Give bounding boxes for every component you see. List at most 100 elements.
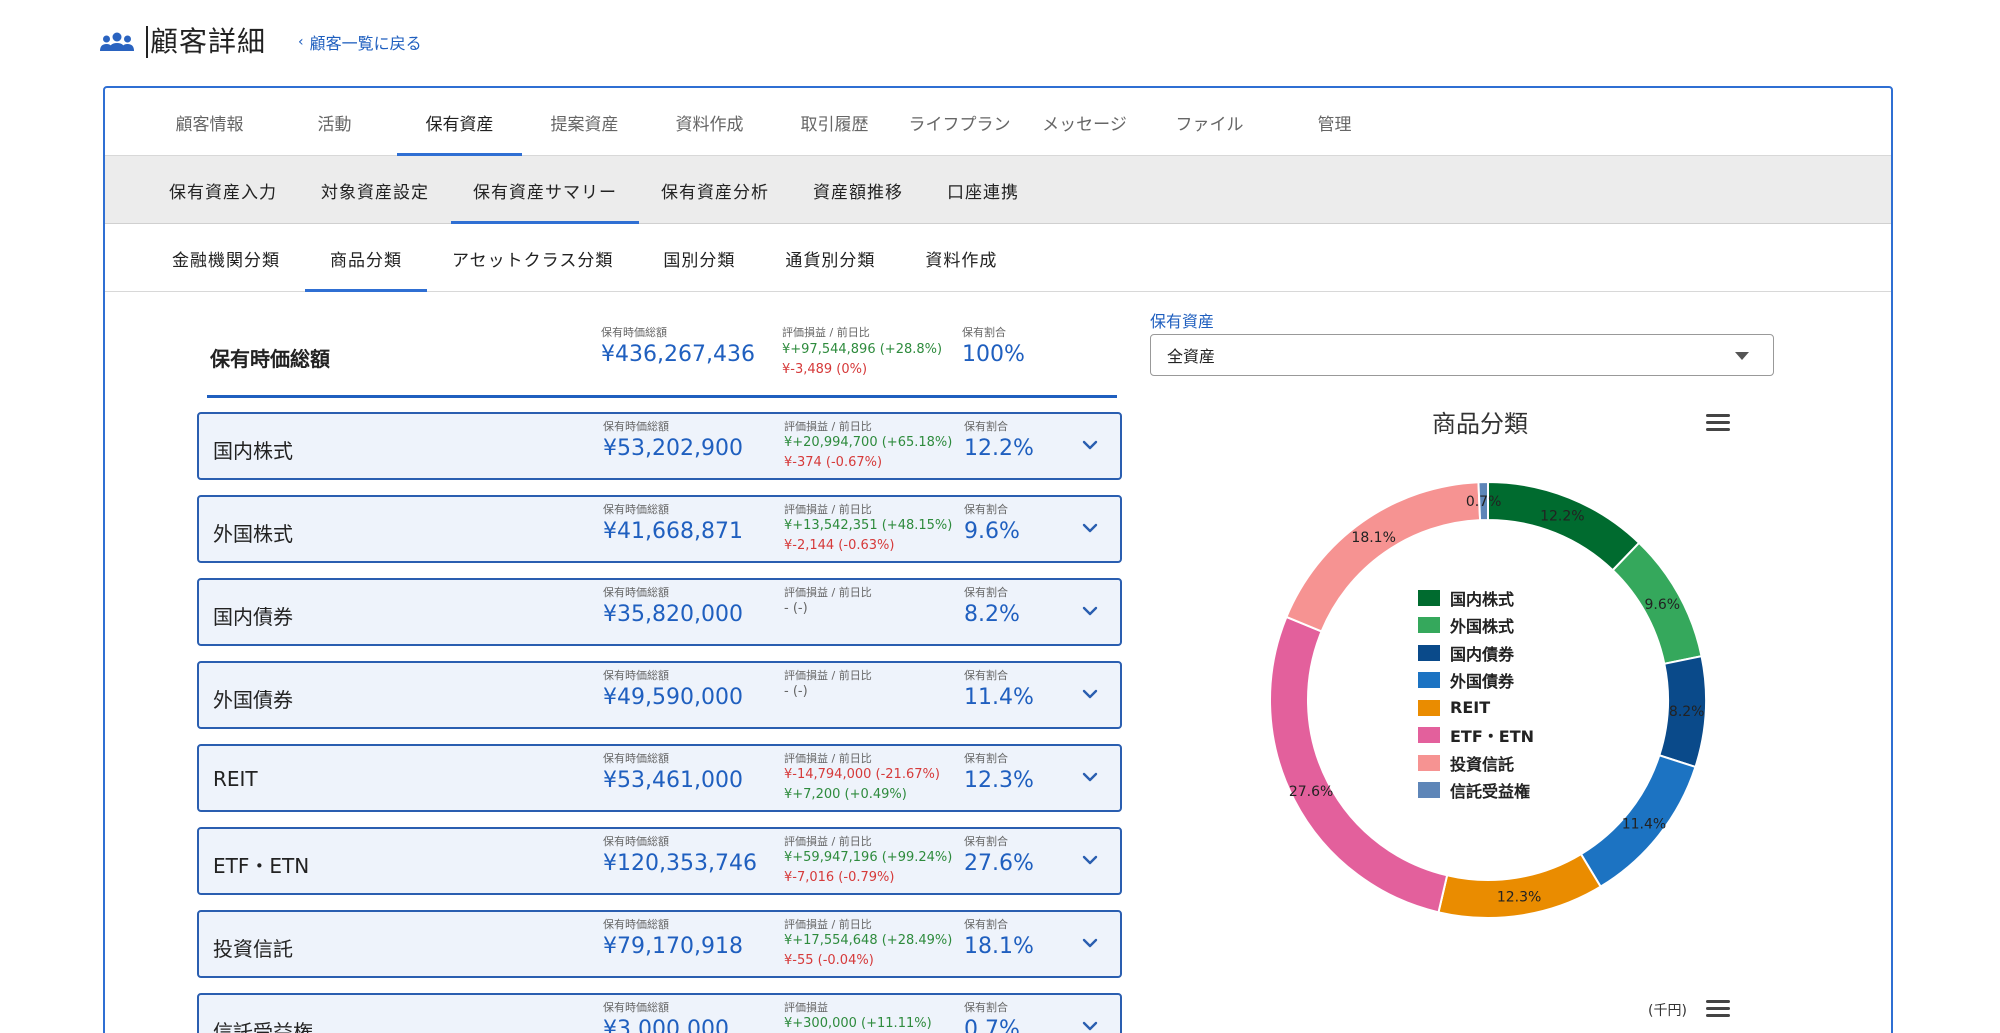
- unit-label: (千円): [1648, 1003, 1687, 1019]
- category-row[interactable]: ETF・ETN 保有時価総額 ¥120,353,746 評価損益 / 前日比 ¥+59,…: [197, 827, 1122, 895]
- amount-header: 保有時価総額: [603, 835, 669, 848]
- category-ratio: 9.6%: [964, 519, 1020, 544]
- category-daily-change: ¥-55 (-0.04%): [784, 953, 874, 968]
- tab-main-0[interactable]: 顧客情報: [147, 88, 272, 156]
- pl-header: 評価損益 / 前日比: [782, 326, 870, 339]
- category-row[interactable]: 投資信託 保有時価総額 ¥79,170,918 評価損益 / 前日比 ¥+17,554,…: [197, 910, 1122, 978]
- category-row[interactable]: 国内債券 保有時価総額 ¥35,820,000 評価損益 / 前日比 - (-) 保有割合…: [197, 578, 1122, 646]
- ratio-header: 保有割合: [962, 326, 1006, 339]
- legend-item[interactable]: 投資信託: [1418, 749, 1534, 777]
- page-header: 顧客詳細 ‹ 顧客一覧に戻る: [100, 22, 422, 62]
- tab-main-label: メッセージ: [1042, 114, 1127, 135]
- category-amount: ¥79,170,918: [603, 934, 743, 959]
- category-amount: ¥35,820,000: [603, 602, 743, 627]
- chevron-down-icon[interactable]: [1079, 1015, 1101, 1033]
- chevron-down-icon[interactable]: [1079, 517, 1101, 539]
- tab-asset-5[interactable]: 口座連携: [925, 156, 1041, 224]
- category-row[interactable]: 国内株式 保有時価総額 ¥53,202,900 評価損益 / 前日比 ¥+20,994,…: [197, 412, 1122, 480]
- tab-main-label: 顧客情報: [175, 114, 244, 135]
- tab-main-1[interactable]: 活動: [272, 88, 397, 156]
- legend-item[interactable]: 外国債券: [1418, 667, 1534, 695]
- category-ratio: 11.4%: [964, 685, 1034, 710]
- legend-item[interactable]: 外国株式: [1418, 612, 1534, 640]
- chart-title: 商品分類: [1432, 410, 1528, 438]
- total-daily-change: ¥-3,489 (0%): [782, 362, 868, 377]
- tab-asset-3[interactable]: 保有資産分析: [639, 156, 791, 224]
- category-row[interactable]: 外国債券 保有時価総額 ¥49,590,000 評価損益 / 前日比 - (-) 保有割合…: [197, 661, 1122, 729]
- tab-summary-2[interactable]: アセットクラス分類: [427, 224, 638, 292]
- category-amount: ¥41,668,871: [603, 519, 743, 544]
- chevron-down-icon[interactable]: [1079, 434, 1101, 456]
- tab-main-4[interactable]: 資料作成: [647, 88, 772, 156]
- category-amount: ¥3,000,000: [603, 1017, 729, 1033]
- tab-summary-1[interactable]: 商品分類: [305, 224, 427, 292]
- legend-item[interactable]: 国内債券: [1418, 639, 1534, 667]
- tab-main-2[interactable]: 保有資産: [397, 88, 522, 156]
- category-daily-change: ¥+7,200 (+0.49%): [784, 787, 907, 802]
- people-icon: [100, 31, 134, 53]
- caret-down-icon: [1735, 352, 1749, 360]
- tab-summary-4[interactable]: 通貨別分類: [760, 224, 900, 292]
- category-ratio: 27.6%: [964, 851, 1034, 876]
- tab-asset-4[interactable]: 資産額推移: [791, 156, 925, 224]
- tab-asset-label: 対象資産設定: [321, 182, 429, 203]
- legend-swatch: [1418, 727, 1440, 744]
- second-chart-menu-icon[interactable]: [1706, 1000, 1730, 1020]
- amount-header: 保有時価総額: [601, 326, 667, 339]
- ratio-header: 保有割合: [964, 835, 1008, 848]
- total-summary-row: 保有時価総額 保有時価総額 ¥436,267,436 評価損益 / 前日比 ¥+…: [207, 326, 1117, 398]
- legend-item[interactable]: REIT: [1418, 694, 1534, 722]
- legend-item[interactable]: 国内株式: [1418, 584, 1534, 612]
- legend-swatch: [1418, 672, 1440, 689]
- category-pl: ¥+13,542,351 (+48.15%): [784, 518, 953, 533]
- chevron-down-icon[interactable]: [1079, 849, 1101, 871]
- tab-summary-0[interactable]: 金融機関分類: [147, 224, 305, 292]
- tab-main-6[interactable]: ライフプラン: [897, 88, 1022, 156]
- tab-main-3[interactable]: 提案資産: [522, 88, 647, 156]
- category-ratio: 18.1%: [964, 934, 1034, 959]
- tab-main-label: 取引履歴: [800, 114, 869, 135]
- ratio-header: 保有割合: [964, 918, 1008, 931]
- chevron-down-icon[interactable]: [1079, 932, 1101, 954]
- chart-menu-icon[interactable]: [1706, 414, 1730, 434]
- category-name: ETF・ETN: [213, 854, 310, 878]
- tab-asset-1[interactable]: 対象資産設定: [299, 156, 451, 224]
- tab-main-7[interactable]: メッセージ: [1022, 88, 1147, 156]
- ratio-header: 保有割合: [964, 503, 1008, 516]
- pl-header: 評価損益 / 前日比: [784, 503, 872, 516]
- category-pl: ¥+20,994,700 (+65.18%): [784, 435, 953, 450]
- tab-asset-2[interactable]: 保有資産サマリー: [451, 156, 639, 224]
- legend-swatch: [1418, 644, 1440, 661]
- ratio-header: 保有割合: [964, 586, 1008, 599]
- category-row[interactable]: 外国株式 保有時価総額 ¥41,668,871 評価損益 / 前日比 ¥+13,542,…: [197, 495, 1122, 563]
- tab-asset-0[interactable]: 保有資産入力: [147, 156, 299, 224]
- legend-label: ETF・ETN: [1450, 727, 1535, 747]
- category-pl: ¥+17,554,648 (+28.49%): [784, 933, 953, 948]
- asset-select[interactable]: 全資産: [1150, 334, 1774, 376]
- back-to-list-link[interactable]: ‹ 顧客一覧に戻る: [298, 30, 422, 54]
- amount-header: 保有時価総額: [603, 1001, 669, 1014]
- category-row[interactable]: REIT 保有時価総額 ¥53,461,000 評価損益 / 前日比 ¥-14,794,…: [197, 744, 1122, 812]
- chevron-down-icon[interactable]: [1079, 683, 1101, 705]
- tab-asset-label: 資産額推移: [813, 182, 903, 203]
- tab-summary-label: 国別分類: [663, 250, 736, 271]
- tab-main-5[interactable]: 取引履歴: [772, 88, 897, 156]
- legend-label: 投資信託: [1450, 754, 1515, 774]
- pl-header: 評価損益 / 前日比: [784, 752, 872, 765]
- tab-main-9[interactable]: 管理: [1272, 88, 1397, 156]
- tab-asset-label: 保有資産サマリー: [473, 182, 617, 203]
- legend-item[interactable]: 信託受益権: [1418, 777, 1534, 805]
- tab-summary-3[interactable]: 国別分類: [638, 224, 760, 292]
- tab-main-label: ファイル: [1175, 114, 1244, 135]
- category-row[interactable]: 信託受益権 保有時価総額 ¥3,000,000 評価損益 ¥+300,000 (+11.…: [197, 993, 1122, 1033]
- chevron-down-icon[interactable]: [1079, 766, 1101, 788]
- category-daily-change: ¥-374 (-0.67%): [784, 455, 883, 470]
- chart-legend: 国内株式 外国株式 国内債券 外国債券 REIT ETF・ETN 投資信託信託受益権: [1418, 584, 1534, 804]
- tab-main-label: 資料作成: [675, 114, 744, 135]
- main-tabs: 顧客情報 活動 保有資産 提案資産 資料作成 取引履歴 ライフプラン メッセージ ファイル 管理: [105, 88, 1891, 156]
- legend-item[interactable]: ETF・ETN: [1418, 722, 1534, 750]
- tab-summary-5[interactable]: 資料作成: [900, 224, 1022, 292]
- tab-main-8[interactable]: ファイル: [1147, 88, 1272, 156]
- pl-header: 評価損益 / 前日比: [784, 586, 872, 599]
- chevron-down-icon[interactable]: [1079, 600, 1101, 622]
